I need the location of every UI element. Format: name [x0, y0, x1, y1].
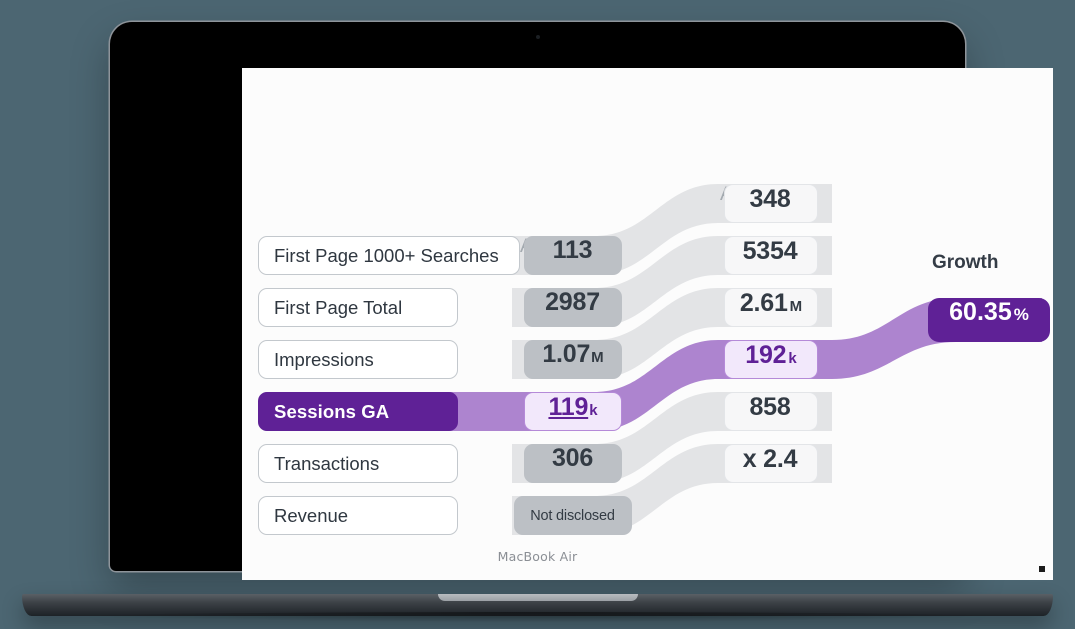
- value-number: Not disclosed: [530, 507, 615, 524]
- value-number: 2.61: [739, 289, 788, 317]
- value-2019-revenue[interactable]: Not disclosed: [514, 496, 632, 535]
- value-suffix: k: [589, 402, 598, 419]
- row-label-text: First Page 1000+ Searches: [274, 244, 499, 266]
- value-2020-impressions[interactable]: 2.61 M: [724, 288, 818, 327]
- laptop-lid: Aug 2019 Aug 2020 Growth First Page 1000…: [110, 22, 1053, 580]
- value-number: 1.07: [542, 340, 591, 368]
- chart-content-layer: Aug 2019 Aug 2020 Growth First Page 1000…: [242, 68, 1053, 580]
- value-number: 306: [551, 444, 594, 472]
- row-label-first-page-total[interactable]: First Page Total: [258, 288, 458, 327]
- value-number: 2987: [545, 288, 600, 316]
- value-2020-first-page-total[interactable]: 5354: [724, 236, 818, 275]
- camera-dot-icon: [535, 35, 540, 39]
- value-number: x 2.4: [742, 445, 798, 473]
- value-2020-sessions-ga[interactable]: 192 k: [724, 340, 818, 379]
- row-label-first-page-1000-searches[interactable]: First Page 1000+ Searches: [258, 236, 520, 275]
- comparison-chart: Aug 2019 Aug 2020 Growth First Page 1000…: [242, 68, 1053, 580]
- value-number: 858: [749, 393, 791, 421]
- row-label-text: Transactions: [274, 452, 380, 474]
- laptop-brand-label: MacBook Air: [497, 549, 578, 564]
- row-label-transactions[interactable]: Transactions: [258, 444, 458, 483]
- value-2019-transactions[interactable]: 306: [524, 444, 622, 483]
- value-2019-sessions-ga[interactable]: 119 k: [524, 392, 622, 431]
- row-label-revenue[interactable]: Revenue: [258, 496, 458, 535]
- column-header-growth: Growth: [932, 252, 999, 273]
- row-label-text: Sessions GA: [274, 400, 390, 422]
- value-2020-revenue[interactable]: x 2.4: [724, 444, 818, 483]
- value-2019-first-page-1000-searches[interactable]: 113: [524, 236, 622, 275]
- row-label-text: Impressions: [274, 348, 374, 370]
- value-number: 348: [749, 185, 791, 213]
- growth-value: 60.35: [949, 298, 1012, 326]
- laptop-shadow: [60, 612, 1015, 622]
- screen-corner-dot: [1039, 566, 1045, 572]
- value-suffix: k: [788, 350, 797, 367]
- value-number: 119: [548, 393, 589, 421]
- value-number: 113: [552, 236, 593, 264]
- growth-suffix: %: [1013, 305, 1029, 324]
- row-label-sessions-ga[interactable]: Sessions GA: [258, 392, 458, 431]
- value-suffix: M: [591, 349, 604, 366]
- value-number: 192: [745, 341, 787, 369]
- value-2019-first-page-total[interactable]: 2987: [524, 288, 622, 327]
- value-2020-transactions[interactable]: 858: [724, 392, 818, 431]
- value-2020-first-page-1000-searches[interactable]: 348: [724, 184, 818, 223]
- laptop-screen: Aug 2019 Aug 2020 Growth First Page 1000…: [242, 68, 1053, 580]
- value-number: 5354: [742, 237, 798, 265]
- row-label-text: First Page Total: [274, 296, 403, 318]
- screenshot-stage: Aug 2019 Aug 2020 Growth First Page 1000…: [0, 0, 1075, 629]
- value-suffix: M: [789, 298, 803, 315]
- growth-badge[interactable]: 60.35 %: [928, 298, 1050, 342]
- row-label-impressions[interactable]: Impressions: [258, 340, 458, 379]
- laptop-base-notch: [437, 594, 638, 601]
- row-label-text: Revenue: [274, 504, 349, 526]
- value-2019-impressions[interactable]: 1.07 M: [524, 340, 622, 379]
